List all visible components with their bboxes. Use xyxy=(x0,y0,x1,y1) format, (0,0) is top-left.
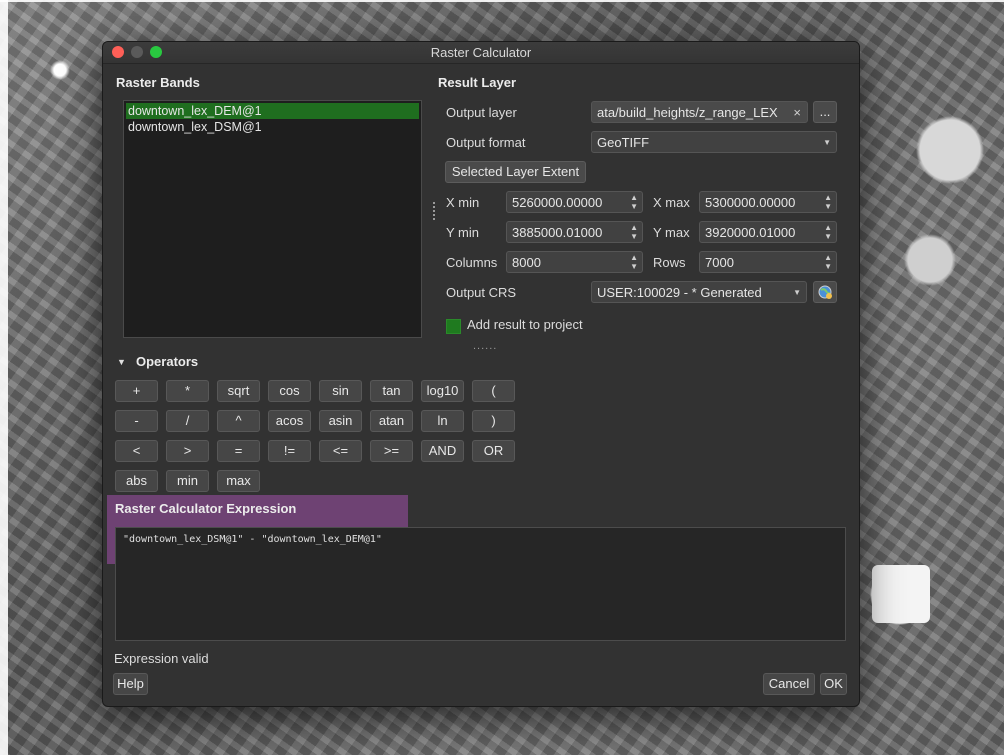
ymax-label: Y max xyxy=(653,225,690,240)
xmax-spinbox[interactable]: 5300000.00000 ▲ ▼ xyxy=(699,191,837,213)
output-crs-select[interactable]: USER:100029 - * Generated ▼ xyxy=(591,281,807,303)
output-format-select[interactable]: GeoTIFF ▼ xyxy=(591,131,837,153)
splitter-handle[interactable] xyxy=(433,202,435,222)
add-to-project-checkbox[interactable] xyxy=(446,319,461,334)
ymax-spinbox[interactable]: 3920000.01000 ▲ ▼ xyxy=(699,221,837,243)
rows-value: 7000 xyxy=(705,255,734,270)
op-multiply-button[interactable]: * xyxy=(166,380,209,402)
map-top-edge xyxy=(0,0,1004,2)
op-ln-button[interactable]: ln xyxy=(421,410,464,432)
output-layer-value: ata/build_heights/z_range_LEX xyxy=(597,105,778,120)
selected-layer-extent-button[interactable]: Selected Layer Extent xyxy=(445,161,586,183)
add-to-project-label: Add result to project xyxy=(467,317,583,332)
xmin-label: X min xyxy=(446,195,480,210)
output-layer-label: Output layer xyxy=(446,105,517,120)
ok-button[interactable]: OK xyxy=(820,673,847,695)
globe-icon xyxy=(818,285,832,299)
spin-arrows-icon[interactable]: ▲ ▼ xyxy=(630,223,638,241)
op-cos-button[interactable]: cos xyxy=(268,380,311,402)
collapse-triangle-icon[interactable]: ▼ xyxy=(117,357,126,367)
op-log10-button[interactable]: log10 xyxy=(421,380,464,402)
band-item[interactable]: downtown_lex_DSM@1 xyxy=(124,119,421,135)
clear-icon[interactable]: × xyxy=(793,102,801,122)
op-greater-equal-button[interactable]: >= xyxy=(370,440,413,462)
op-minus-button[interactable]: - xyxy=(115,410,158,432)
expression-heading: Raster Calculator Expression xyxy=(115,501,297,516)
help-button[interactable]: Help xyxy=(113,673,148,695)
ymin-label: Y min xyxy=(446,225,479,240)
op-and-button[interactable]: AND xyxy=(421,440,464,462)
chevron-down-icon: ▼ xyxy=(793,288,801,297)
rows-spinbox[interactable]: 7000 ▲ ▼ xyxy=(699,251,837,273)
columns-label: Columns xyxy=(446,255,498,270)
op-min-button[interactable]: min xyxy=(166,470,209,492)
spin-arrows-icon[interactable]: ▲ ▼ xyxy=(824,193,832,211)
operators-heading: Operators xyxy=(136,354,199,369)
op-max-button[interactable]: max xyxy=(217,470,260,492)
expression-status: Expression valid xyxy=(114,651,209,666)
xmin-spinbox[interactable]: 5260000.00000 ▲ ▼ xyxy=(506,191,643,213)
op-power-button[interactable]: ^ xyxy=(217,410,260,432)
expression-text: "downtown_lex_DSM@1" - "downtown_lex_DEM… xyxy=(123,534,382,545)
op-less-equal-button[interactable]: <= xyxy=(319,440,362,462)
extra-options-handle[interactable]: ...... xyxy=(473,340,497,352)
spin-arrows-icon[interactable]: ▲ ▼ xyxy=(824,223,832,241)
raster-calculator-dialog: Raster Calculator Raster Bands downtown_… xyxy=(102,41,860,707)
output-format-value: GeoTIFF xyxy=(597,135,650,150)
result-layer-heading: Result Layer xyxy=(438,75,517,90)
spin-arrows-icon[interactable]: ▲ ▼ xyxy=(630,193,638,211)
title-bar: Raster Calculator xyxy=(103,42,859,64)
crs-selector-button[interactable] xyxy=(813,281,837,303)
op-atan-button[interactable]: atan xyxy=(370,410,413,432)
columns-spinbox[interactable]: 8000 ▲ ▼ xyxy=(506,251,643,273)
xmin-value: 5260000.00000 xyxy=(512,195,603,210)
op-sin-button[interactable]: sin xyxy=(319,380,362,402)
op-tan-button[interactable]: tan xyxy=(370,380,413,402)
op-or-button[interactable]: OR xyxy=(472,440,515,462)
ymax-value: 3920000.01000 xyxy=(705,225,796,240)
op-equal-button[interactable]: = xyxy=(217,440,260,462)
browse-button[interactable]: ... xyxy=(813,101,837,123)
op-plus-button[interactable]: + xyxy=(115,380,158,402)
raster-bands-heading: Raster Bands xyxy=(116,75,200,90)
op-not-equal-button[interactable]: != xyxy=(268,440,311,462)
rows-label: Rows xyxy=(653,255,686,270)
op-greater-button[interactable]: > xyxy=(166,440,209,462)
spin-arrows-icon[interactable]: ▲ ▼ xyxy=(630,253,638,271)
op-divide-button[interactable]: / xyxy=(166,410,209,432)
expression-editor[interactable]: "downtown_lex_DSM@1" - "downtown_lex_DEM… xyxy=(115,527,846,641)
op-open-paren-button[interactable]: ( xyxy=(472,380,515,402)
output-crs-value: USER:100029 - * Generated xyxy=(597,285,762,300)
map-feature xyxy=(872,565,930,623)
raster-bands-list[interactable]: downtown_lex_DEM@1 downtown_lex_DSM@1 xyxy=(123,100,422,338)
spin-arrows-icon[interactable]: ▲ ▼ xyxy=(824,253,832,271)
output-layer-input[interactable]: ata/build_heights/z_range_LEX × xyxy=(591,101,808,123)
ymin-spinbox[interactable]: 3885000.01000 ▲ ▼ xyxy=(506,221,643,243)
ymin-value: 3885000.01000 xyxy=(512,225,603,240)
op-sqrt-button[interactable]: sqrt xyxy=(217,380,260,402)
op-asin-button[interactable]: asin xyxy=(319,410,362,432)
window-title: Raster Calculator xyxy=(430,45,532,60)
output-format-label: Output format xyxy=(446,135,526,150)
band-item[interactable]: downtown_lex_DEM@1 xyxy=(126,103,419,119)
columns-value: 8000 xyxy=(512,255,541,270)
map-edge xyxy=(0,0,8,755)
op-close-paren-button[interactable]: ) xyxy=(472,410,515,432)
op-abs-button[interactable]: abs xyxy=(115,470,158,492)
op-acos-button[interactable]: acos xyxy=(268,410,311,432)
chevron-down-icon: ▼ xyxy=(823,138,831,147)
cancel-button[interactable]: Cancel xyxy=(763,673,815,695)
output-crs-label: Output CRS xyxy=(446,285,517,300)
xmax-label: X max xyxy=(653,195,690,210)
xmax-value: 5300000.00000 xyxy=(705,195,796,210)
op-less-button[interactable]: < xyxy=(115,440,158,462)
